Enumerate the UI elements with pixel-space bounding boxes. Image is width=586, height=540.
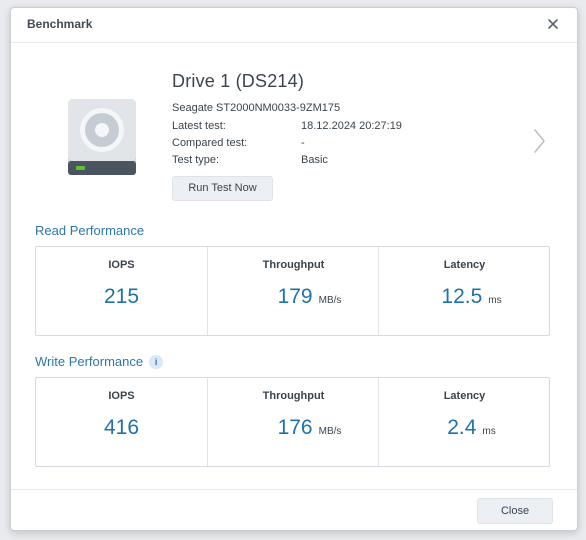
read-latency-metric: Latency 12.5 ms — [378, 247, 550, 335]
read-iops-metric: IOPS 215 — [36, 247, 207, 335]
info-value: Basic — [301, 154, 328, 166]
read-iops-value: 215 — [103, 285, 140, 308]
write-iops-metric: IOPS 416 — [36, 378, 207, 466]
metric-label: Latency — [443, 259, 486, 271]
write-performance-title: Write Performance i — [35, 354, 164, 369]
metric-unit: ms — [482, 426, 496, 437]
close-icon[interactable] — [543, 14, 563, 34]
metric-label: Throughput — [262, 259, 325, 271]
metric-value: 416 — [36, 416, 207, 440]
read-latency-value: 12.5 — [441, 285, 483, 308]
info-label: Latest test: — [172, 120, 226, 132]
info-label: Test type: — [172, 154, 220, 166]
hard-drive-icon — [67, 98, 137, 183]
read-performance-label: Read Performance — [35, 223, 145, 238]
info-value: - — [301, 137, 305, 149]
write-latency-metric: Latency 2.4 ms — [378, 378, 550, 466]
metric-unit: MB/s — [318, 426, 342, 437]
write-iops-value: 416 — [103, 416, 140, 439]
metric-label: Throughput — [262, 390, 325, 402]
write-throughput-value: 176 — [277, 416, 313, 439]
metric-value: 2.4 ms — [379, 416, 550, 440]
metric-label: Latency — [443, 390, 486, 402]
metric-label: IOPS — [108, 259, 135, 271]
metric-unit: MB/s — [318, 295, 342, 306]
metric-value: 215 — [36, 285, 207, 309]
info-icon[interactable]: i — [149, 355, 164, 369]
close-button[interactable]: Close — [477, 498, 553, 524]
write-performance-panel: IOPS 416 Throughput 176 MB/s Latency 2.4 m… — [35, 377, 550, 467]
metric-label: IOPS — [108, 390, 135, 402]
read-performance-panel: IOPS 215 Throughput 179 MB/s Latency 12.5… — [35, 246, 550, 336]
metric-unit: ms — [488, 295, 502, 306]
read-throughput-metric: Throughput 179 MB/s — [207, 247, 379, 335]
drive-name: Drive 1 (DS214) — [172, 71, 305, 91]
dialog-footer: Close — [11, 489, 577, 530]
write-latency-value: 2.4 — [447, 416, 477, 439]
write-throughput-metric: Throughput 176 MB/s — [207, 378, 379, 466]
info-value: 18.12.2024 20:27:19 — [301, 120, 402, 132]
write-performance-label: Write Performance — [35, 354, 144, 369]
read-performance-title: Read Performance — [35, 223, 144, 238]
info-label: Compared test: — [172, 137, 248, 149]
dialog-title: Benchmark — [27, 17, 93, 31]
drive-model: Seagate ST2000NM0033-9ZM175 — [172, 102, 341, 114]
metric-value: 176 MB/s — [208, 416, 379, 440]
title-bar: Benchmark — [11, 8, 577, 43]
run-test-button[interactable]: Run Test Now — [172, 176, 273, 201]
metric-value: 179 MB/s — [208, 285, 379, 309]
chevron-right-icon[interactable] — [529, 126, 549, 156]
metric-value: 12.5 ms — [379, 285, 550, 309]
benchmark-dialog: Benchmark Drive 1 (DS214) Seagate ST2000… — [10, 7, 578, 531]
read-throughput-value: 179 — [277, 285, 313, 308]
